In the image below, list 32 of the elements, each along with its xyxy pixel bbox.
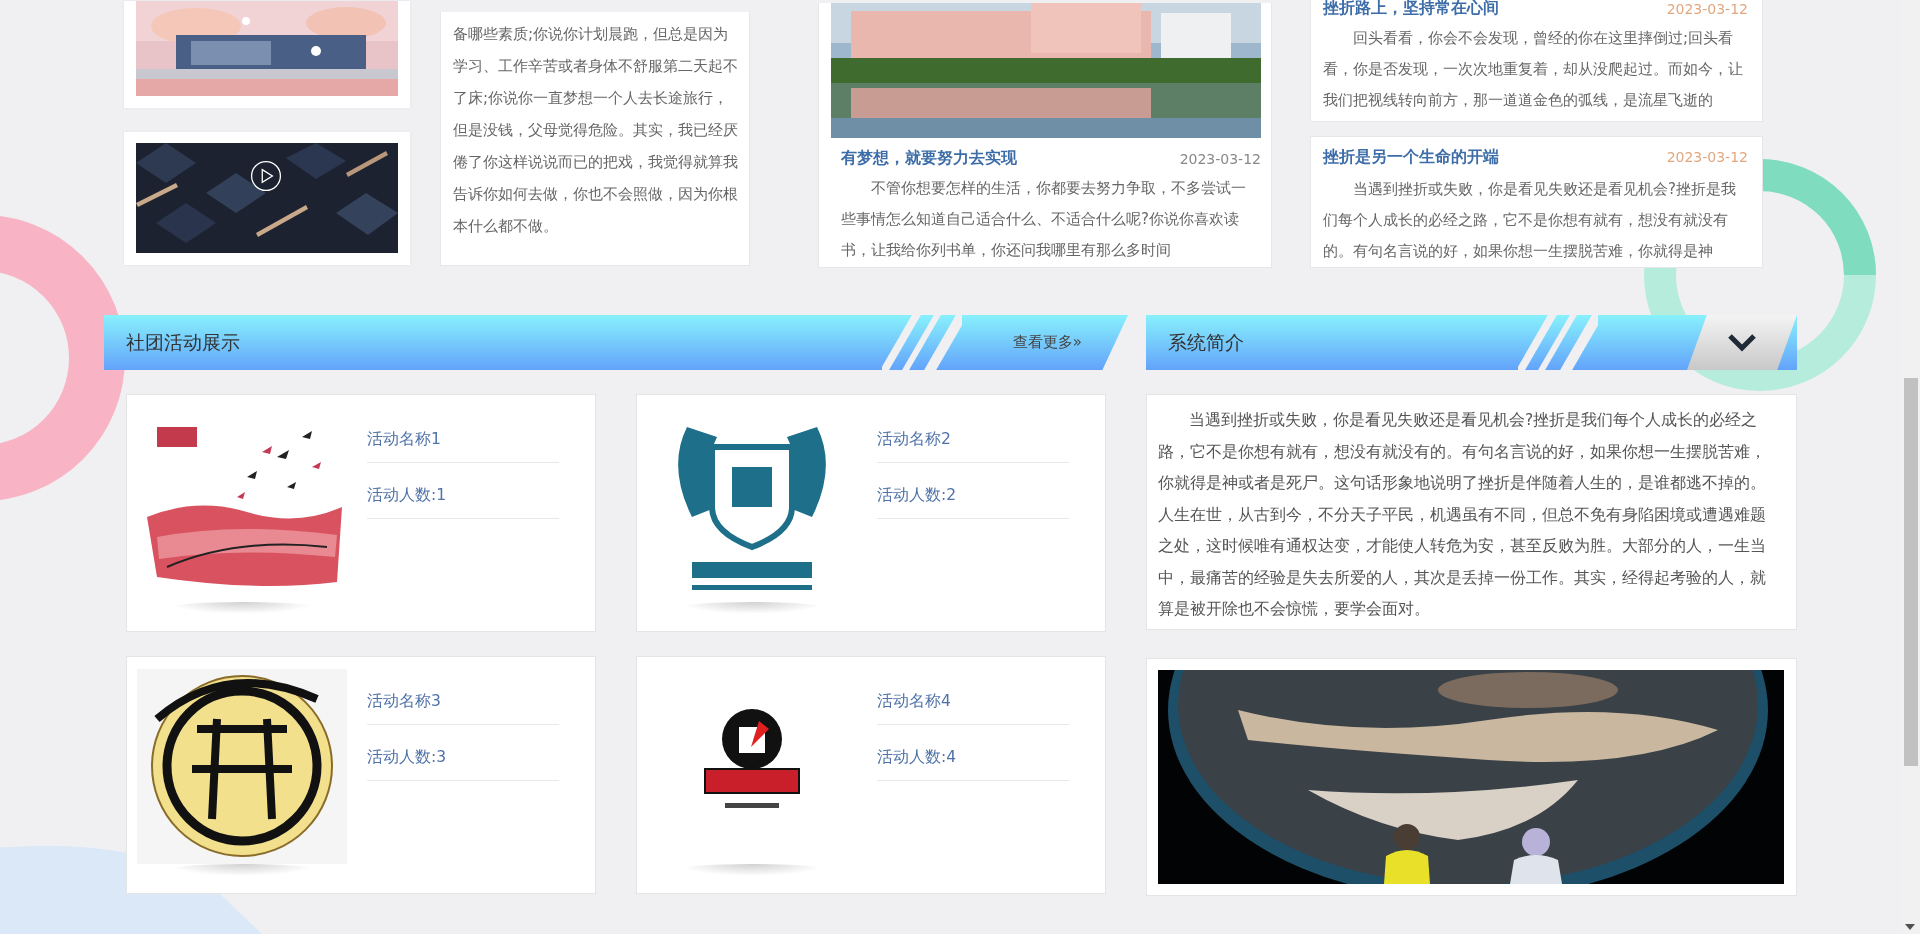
activity-members: 活动人数:4 bbox=[877, 739, 1069, 781]
activity-card[interactable]: 活动名称1 活动人数:1 bbox=[126, 394, 596, 632]
article-excerpt: 回头看看，你会不会发现，曾经的你在这里摔倒过;回头看看，你是否发现，一次次地重复着，却从没爬起过。而如今，让我们把视线转向前方，那一道道金色的弧线，是流星飞逝的 bbox=[1323, 28, 1744, 111]
play-icon[interactable] bbox=[250, 160, 282, 192]
article-date: 2023-03-12 bbox=[1666, 149, 1748, 165]
article-excerpt: 当遇到挫折或失败，你是看见失败还是看见机会?挫折是我们每个人成长的必经之路，它不是你想有就有，想没有就没有的。有句名言说的好，如果你想一生摆脱苦难，你就得是神 bbox=[1323, 178, 1737, 262]
article-date: 2023-03-12 bbox=[1666, 0, 1748, 17]
activity-members: 活动人数:2 bbox=[877, 477, 1069, 519]
activity-name[interactable]: 活动名称2 bbox=[877, 421, 1069, 463]
more-link[interactable]: 查看更多» bbox=[1012, 333, 1082, 352]
section-title: 系统简介 bbox=[1167, 329, 1244, 355]
activity-card[interactable]: 活动名称3 活动人数:3 bbox=[126, 656, 596, 894]
article-date: 2023-03-12 bbox=[1179, 150, 1261, 167]
activity-card[interactable]: 活动名称4 活动人数:4 bbox=[636, 656, 1106, 894]
activity-members: 活动人数:3 bbox=[367, 739, 559, 781]
intro-paragraph: 当遇到挫折或失败，你是看见失败还是看见机会?挫折是我们每个人成长的必经之路，它不是你想有就有，想没有就没有的。有句名言说的好，如果你想一生摆脱苦难，你就得是神或者是死尸。这句话形象地说明了挫折是伴随着人生的，是谁都逃不掉的。人生在世，从古到今，不分天子平民，机遇虽有不同，但总不免有身陷困境或遭遇难题之处，这时候唯有通权达变，才能使人转危为安，甚至反败为胜。大部分的人，一生当中，最痛苦的经验是失去所爱的人，其次是丢掉一份工作。其实，经得起考验的人，就算是被开除也不会惊慌，要学会面对。 bbox=[1158, 410, 1767, 620]
scrollbar-thumb[interactable] bbox=[1904, 378, 1918, 766]
article-title[interactable]: 挫折是另一个生命的开端 bbox=[1323, 146, 1499, 168]
activity-members: 活动人数:1 bbox=[367, 477, 559, 519]
video-card[interactable] bbox=[124, 132, 410, 265]
activity-name[interactable]: 活动名称3 bbox=[367, 683, 559, 725]
chevron-down-icon bbox=[1728, 333, 1756, 352]
section-title: 社团活动展示 bbox=[125, 329, 240, 355]
scroll-down-icon[interactable] bbox=[1905, 924, 1915, 930]
activity-name[interactable]: 活动名称1 bbox=[367, 421, 559, 463]
article-title[interactable]: 有梦想，就要努力去实现 bbox=[841, 148, 1017, 169]
activity-card[interactable]: 活动名称2 活动人数:2 bbox=[636, 394, 1106, 632]
article-title[interactable]: 挫折路上，坚持常在心间 bbox=[1323, 0, 1499, 19]
activity-name[interactable]: 活动名称4 bbox=[877, 683, 1069, 725]
article-excerpt: 不管你想要怎样的生活，你都要去努力争取，不多尝试一些事情怎么知道自己适合什么、不适合什么呢?你说你喜欢读书，让我给你列书单，你还问我哪里有那么多时间 bbox=[840, 178, 1247, 261]
collapse-button[interactable] bbox=[1687, 315, 1797, 370]
paragraph: 备哪些素质;你说你计划晨跑，但总是因为学习、工作辛苦或者身体不舒服第二天起不了床;你说你一直梦想一个人去长途旅行，但是没钱，父母觉得危险。其实，我已经厌倦了你这样说说而已的把戏，我觉得就算我告诉你如何去做，你也不会照做，因为你根本什么都不做。 bbox=[453, 24, 739, 237]
